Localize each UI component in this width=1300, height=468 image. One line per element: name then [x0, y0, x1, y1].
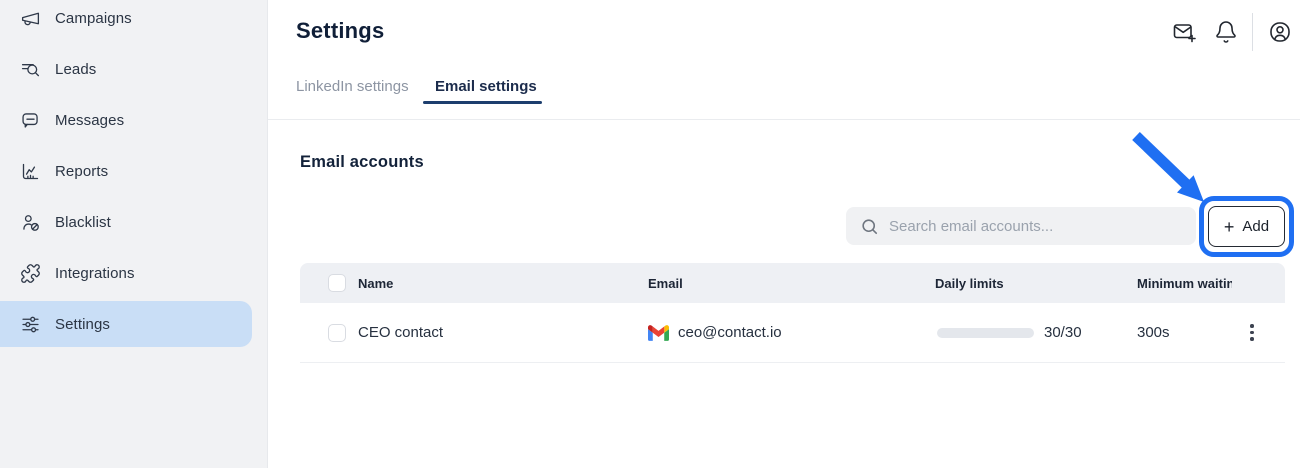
account-name: CEO contact: [358, 324, 648, 341]
header-checkbox-cell: [300, 274, 358, 292]
daily-limits-cell: 30/30: [935, 324, 1133, 341]
row-checkbox-cell: [300, 324, 358, 342]
kebab-menu-icon[interactable]: [1246, 320, 1258, 345]
search-input[interactable]: [889, 218, 1196, 235]
lead-search-icon: [20, 59, 41, 80]
search-email-accounts: [846, 207, 1196, 245]
mail-plus-icon[interactable]: [1172, 20, 1196, 44]
sidebar-item-reports[interactable]: Reports: [0, 148, 252, 194]
sidebar-item-settings[interactable]: Settings: [0, 301, 252, 347]
user-block-icon: [20, 212, 41, 233]
add-button[interactable]: + Add: [1208, 206, 1285, 247]
sidebar-item-label: Campaigns: [55, 10, 132, 27]
column-header-name: Name: [358, 276, 648, 291]
tab-linkedin-settings[interactable]: LinkedIn settings: [296, 78, 409, 95]
add-button-label: Add: [1242, 218, 1269, 235]
page-title: Settings: [296, 18, 384, 44]
minimum-waiting-value: 300s: [1133, 324, 1232, 341]
sidebar-item-integrations[interactable]: Integrations: [0, 250, 252, 296]
column-header-email: Email: [648, 276, 935, 291]
table-row: CEO contact ceo@contact.io 30/30 300s: [300, 303, 1285, 363]
puzzle-icon: [20, 263, 41, 284]
sidebar-item-label: Leads: [55, 61, 96, 78]
app-window: Campaigns Leads Messages Reports: [0, 0, 1300, 468]
account-email: ceo@contact.io: [678, 324, 782, 341]
active-tab-underline: [423, 101, 542, 104]
sidebar-item-messages[interactable]: Messages: [0, 97, 252, 143]
sidebar-item-leads[interactable]: Leads: [0, 46, 252, 92]
gmail-icon: [648, 325, 669, 341]
tabs-bottom-divider: [268, 119, 1300, 120]
account-email-cell: ceo@contact.io: [648, 324, 935, 341]
row-checkbox[interactable]: [328, 324, 346, 342]
sidebar-item-label: Blacklist: [55, 214, 111, 231]
user-avatar-icon[interactable]: [1268, 20, 1292, 44]
sidebar-item-label: Messages: [55, 112, 124, 129]
main-content: Settings LinkedIn settings Email setting…: [269, 0, 1300, 468]
sidebar-item-campaigns[interactable]: Campaigns: [0, 0, 252, 41]
sidebar-nav: Campaigns Leads Messages Reports: [0, 0, 252, 352]
column-header-daily-limits: Daily limits: [935, 276, 1133, 291]
search-icon: [860, 217, 879, 236]
column-header-minimum-waiting: Minimum waiting: [1133, 276, 1232, 291]
header-divider: [1252, 13, 1253, 51]
daily-limit-label: 30/30: [1044, 324, 1082, 341]
megaphone-icon: [20, 8, 41, 29]
sidebar-item-blacklist[interactable]: Blacklist: [0, 199, 252, 245]
sliders-icon: [20, 314, 41, 335]
sidebar-item-label: Reports: [55, 163, 108, 180]
row-actions-cell: [1232, 320, 1285, 345]
bell-icon[interactable]: [1214, 20, 1238, 44]
email-accounts-table: Name Email Daily limits Minimum waiting …: [300, 263, 1285, 363]
chart-icon: [20, 161, 41, 182]
daily-limit-progressbar: [937, 328, 1034, 338]
select-all-checkbox[interactable]: [328, 274, 346, 292]
sidebar: Campaigns Leads Messages Reports: [0, 0, 268, 468]
chat-bubble-icon: [20, 110, 41, 131]
sidebar-item-label: Settings: [55, 316, 110, 333]
plus-icon: +: [1224, 218, 1235, 236]
section-title: Email accounts: [300, 153, 424, 172]
tab-email-settings[interactable]: Email settings: [435, 78, 537, 95]
table-header-row: Name Email Daily limits Minimum waiting: [300, 263, 1285, 303]
sidebar-item-label: Integrations: [55, 265, 135, 282]
